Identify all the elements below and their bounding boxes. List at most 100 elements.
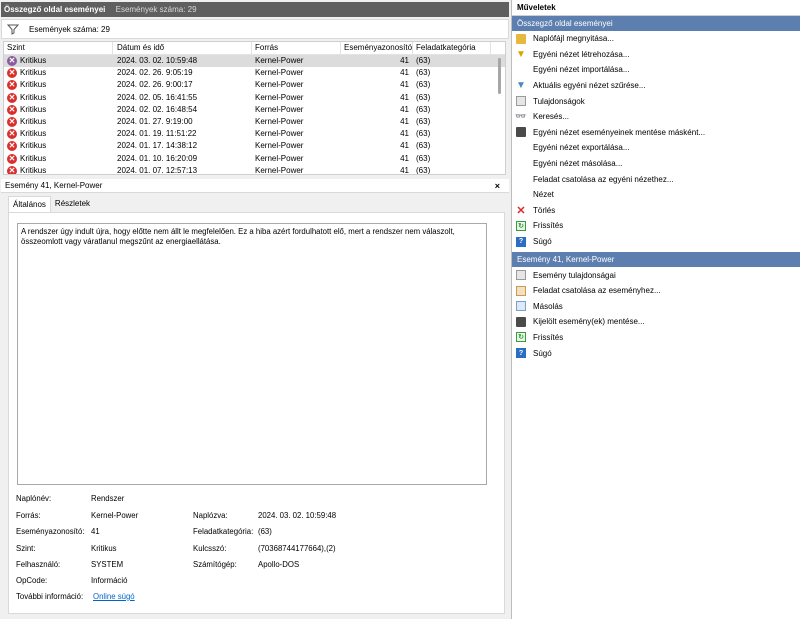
events-table: Szint Dátum és idő Forrás Eseményazonosí…	[3, 41, 506, 175]
action-s-g[interactable]: ? Súgó	[512, 345, 800, 361]
event-id-cell: 41	[400, 129, 409, 139]
action-napl-f-jl-megnyit-sa[interactable]: Naplófájl megnyitása...	[512, 31, 800, 47]
action-label: Egyéni nézet importálása...	[533, 65, 630, 75]
filter-icon: ▼	[516, 48, 526, 60]
level-cell: ✕ Kritikus	[4, 128, 113, 140]
critical-error-icon: ✕	[7, 141, 17, 152]
level-cell: ✕ Kritikus	[4, 67, 113, 79]
filter-icon[interactable]	[7, 23, 19, 35]
scrollbar-thumb[interactable]	[498, 58, 501, 94]
action-label: Nézet	[533, 190, 554, 200]
action-label: Súgó	[533, 348, 552, 358]
action-m-sol-s[interactable]: Másolás	[512, 299, 800, 315]
level-text: Kritikus	[20, 165, 47, 175]
date-cell: 2024. 02. 02. 16:48:54	[117, 104, 198, 114]
close-icon[interactable]: ×	[495, 179, 500, 193]
source-value: Kernel-Power	[91, 511, 139, 520]
column-header-task-category[interactable]: Feladatkategória	[413, 42, 491, 54]
action-label: Keresés...	[533, 112, 570, 122]
level-text: Kritikus	[20, 129, 47, 139]
action-label: Tulajdonságok	[533, 96, 585, 106]
level-cell: ✕ Kritikus	[4, 153, 113, 165]
properties-icon	[516, 270, 526, 281]
critical-error-icon: ✕	[7, 153, 17, 164]
table-row[interactable]: ✕ Kritikus 2024. 01. 17. 14:38:12 Kernel-Po…	[4, 140, 505, 152]
table-row[interactable]: ✕ Kritikus 2024. 03. 02. 10:59:48 Kernel-Po…	[4, 55, 505, 68]
action-egy-ni-n-zet-import-l-sa[interactable]: Egyéni nézet importálása...	[512, 62, 800, 78]
event-id-cell: 41	[400, 68, 409, 78]
date-cell: 2024. 01. 19. 11:51:22	[117, 129, 197, 139]
action-tulajdons-gok[interactable]: Tulajdonságok	[512, 93, 800, 109]
action-friss-t-s[interactable]: ↻ Frissítés	[512, 330, 800, 346]
level-text: Kritikus	[20, 153, 47, 163]
action-aktu-lis-egy-ni-n-zet-sz-r-se[interactable]: ▼ Aktuális egyéni nézet szűrése...	[512, 78, 800, 94]
critical-error-icon: ✕	[7, 68, 17, 79]
column-header-event-id[interactable]: Eseményazonosító	[341, 42, 413, 54]
action-egy-ni-n-zet-esem-nyeinek-ment-se-m-sk-nt[interactable]: Egyéni nézet eseményeinek mentése máskén…	[512, 125, 800, 141]
action-n-zet[interactable]: Nézet	[512, 187, 800, 203]
table-row[interactable]: ✕ Kritikus 2024. 01. 27. 9:19:00 Kernel-Pow…	[4, 116, 505, 128]
critical-error-icon: ✕	[7, 165, 17, 175]
table-row[interactable]: ✕ Kritikus 2024. 02. 02. 16:48:54 Kernel-Po…	[4, 104, 505, 116]
event-id-cell: 41	[400, 141, 409, 151]
action-egy-ni-n-zet-l-trehoz-sa[interactable]: ▼ Egyéni nézet létrehozása...	[512, 47, 800, 63]
event-id-cell: 41	[400, 153, 409, 163]
keywords-label: Kulcsszó:	[193, 544, 227, 553]
action-feladat-csatol-sa-az-esem-nyhez[interactable]: Feladat csatolása az eseményhez...	[512, 283, 800, 299]
action-feladat-csatol-sa-az-egy-ni-n-zethez[interactable]: Feladat csatolása az egyéni nézethez...	[512, 171, 800, 187]
events-pane: Összegző oldal eseményei Események száma…	[0, 0, 510, 619]
task-category-cell: (63)	[416, 56, 431, 65]
action-egy-ni-n-zet-export-l-sa[interactable]: Egyéni nézet exportálása...	[512, 140, 800, 156]
delete-icon: ✕	[516, 204, 526, 217]
level-cell: ✕ Kritikus	[4, 55, 113, 67]
actions-section-header-view[interactable]: Összegző oldal eseményei	[512, 16, 800, 31]
table-row[interactable]: ✕ Kritikus 2024. 02. 26. 9:00:17 Kernel-Pow…	[4, 79, 505, 91]
column-header-date[interactable]: Dátum és idő	[113, 42, 252, 54]
actions-section-header-event[interactable]: Esemény 41, Kernel-Power	[512, 252, 800, 268]
computer-value: Apollo-DOS	[258, 560, 300, 569]
table-row[interactable]: ✕ Kritikus 2024. 02. 05. 16:41:55 Kernel-Po…	[4, 92, 505, 104]
filter-icon: ▼	[516, 80, 526, 92]
table-row[interactable]: ✕ Kritikus 2024. 01. 07. 12:57:13 Kernel-Po…	[4, 165, 505, 175]
action-esem-ny-tulajdons-gai[interactable]: Esemény tulajdonságai	[512, 267, 800, 283]
source-cell: Kernel-Power	[255, 104, 304, 114]
event-id-cell: 41	[400, 92, 409, 102]
tab-general[interactable]: Általános	[8, 196, 51, 212]
table-row[interactable]: ✕ Kritikus 2024. 01. 10. 16:20:09 Kernel-Po…	[4, 153, 505, 165]
level-value: Kritikus	[91, 544, 117, 553]
critical-error-icon: ✕	[7, 104, 17, 115]
column-header-level[interactable]: Szint	[4, 42, 113, 54]
event-description[interactable]: A rendszer úgy indult újra, hogy előtte …	[17, 223, 487, 485]
log-name-value: Rendszer	[91, 494, 125, 503]
action-egy-ni-n-zet-m-sol-sa[interactable]: Egyéni nézet másolása...	[512, 156, 800, 172]
action-keres-s[interactable]: 👓 Keresés...	[512, 109, 800, 125]
date-cell: 2024. 01. 10. 16:20:09	[117, 153, 198, 163]
help-icon: ?	[516, 236, 526, 247]
date-cell: 2024. 02. 26. 9:05:19	[117, 68, 193, 78]
action-friss-t-s[interactable]: ↻ Frissítés	[512, 218, 800, 234]
tab-details[interactable]: Részletek	[51, 196, 94, 212]
detail-body: A rendszer úgy indult újra, hogy előtte …	[8, 212, 505, 614]
level-text: Kritikus	[20, 92, 47, 102]
detail-title: Esemény 41, Kernel-Power	[5, 181, 103, 190]
level-label: Szint:	[16, 544, 36, 553]
action-kijel-lt-esem-ny-ek-ment-se[interactable]: Kijelölt esemény(ek) mentése...	[512, 314, 800, 330]
action-s-g[interactable]: ? Súgó	[512, 234, 800, 250]
table-scrollbar[interactable]	[495, 56, 504, 174]
level-cell: ✕ Kritikus	[4, 165, 113, 175]
table-row[interactable]: ✕ Kritikus 2024. 02. 26. 9:05:19 Kernel-Pow…	[4, 67, 505, 79]
task-category-cell: (63)	[416, 165, 431, 175]
source-label: Forrás:	[16, 511, 41, 520]
level-text: Kritikus	[20, 68, 47, 78]
online-help-link[interactable]: Online súgó	[93, 592, 135, 601]
level-cell: ✕ Kritikus	[4, 116, 113, 128]
action-label: Feladat csatolása az egyéni nézethez...	[533, 174, 674, 184]
action-t-rl-s[interactable]: ✕ Törlés	[512, 203, 800, 219]
event-id-cell: 41	[400, 104, 409, 114]
table-row[interactable]: ✕ Kritikus 2024. 01. 19. 11:51:22 Kernel-Po…	[4, 128, 505, 140]
level-text: Kritikus	[20, 141, 47, 151]
column-header-source[interactable]: Forrás	[252, 42, 341, 54]
date-cell: 2024. 01. 27. 9:19:00	[117, 116, 193, 126]
refresh-icon: ↻	[516, 220, 526, 231]
action-label: Egyéni nézet exportálása...	[533, 143, 630, 153]
